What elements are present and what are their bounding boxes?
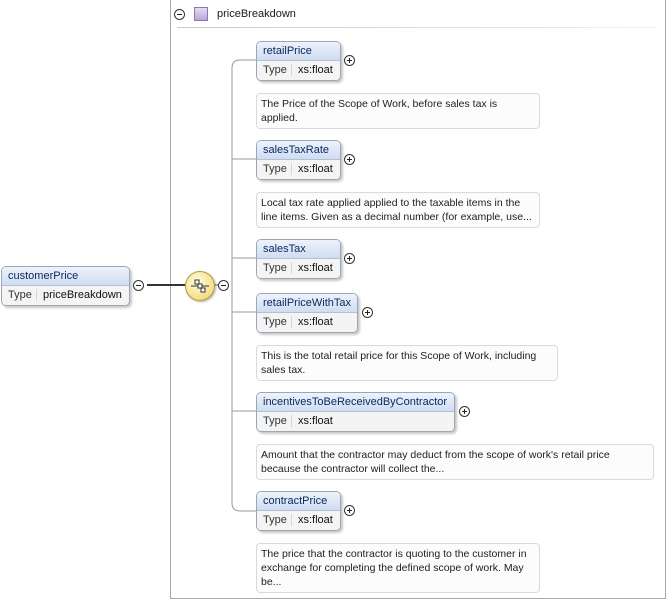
element-name: contractPrice xyxy=(257,492,340,511)
element-name: incentivesToBeReceivedByContractor xyxy=(257,393,454,412)
element-contractPrice[interactable]: contractPrice Type xs:float xyxy=(256,491,341,531)
element-retailPriceWithTax[interactable]: retailPriceWithTax Type xs:float xyxy=(256,293,358,333)
type-label: Type xyxy=(263,415,287,427)
collapse-sequence-icon[interactable] xyxy=(218,280,229,291)
element-incentivesToBeReceivedByContractor[interactable]: incentivesToBeReceivedByContractor Type x… xyxy=(256,392,455,432)
element-type-row: Type priceBreakdown xyxy=(2,286,129,305)
element-name: retailPrice xyxy=(257,42,340,61)
element-type-row: Type xs:float xyxy=(257,259,340,278)
expand-icon[interactable] xyxy=(344,55,355,66)
element-retailPrice[interactable]: retailPrice Type xs:float xyxy=(256,41,341,81)
type-value: xs:float xyxy=(291,64,333,76)
element-type-row: Type xs:float xyxy=(257,412,454,431)
type-label: Type xyxy=(263,316,287,328)
type-value: xs:float xyxy=(291,415,333,427)
type-value: xs:float xyxy=(291,316,333,328)
type-value: xs:float xyxy=(291,514,333,526)
element-type-row: Type xs:float xyxy=(257,511,340,530)
type-label: Type xyxy=(263,163,287,175)
type-label: Type xyxy=(263,262,287,274)
element-salesTax[interactable]: salesTax Type xs:float xyxy=(256,239,341,279)
element-name: salesTax xyxy=(257,240,340,259)
root-element-customerPrice[interactable]: customerPrice Type priceBreakdown xyxy=(1,266,130,306)
element-documentation: Amount that the contractor may deduct fr… xyxy=(256,444,654,480)
element-name: customerPrice xyxy=(2,267,129,286)
element-documentation: The Price of the Scope of Work, before s… xyxy=(256,93,540,129)
element-type-row: Type xs:float xyxy=(257,61,340,80)
type-value: priceBreakdown xyxy=(36,289,122,301)
expand-icon[interactable] xyxy=(459,406,470,417)
type-label: Type xyxy=(263,64,287,76)
collapse-root-icon[interactable] xyxy=(133,280,144,291)
type-label: Type xyxy=(8,289,32,301)
type-value: xs:float xyxy=(291,262,333,274)
expand-icon[interactable] xyxy=(344,154,355,165)
expand-icon[interactable] xyxy=(344,253,355,264)
expand-icon[interactable] xyxy=(362,307,373,318)
element-type-row: Type xs:float xyxy=(257,313,357,332)
element-salesTaxRate[interactable]: salesTaxRate Type xs:float xyxy=(256,140,341,180)
element-documentation: The price that the contractor is quoting… xyxy=(256,543,540,593)
element-documentation: This is the total retail price for this … xyxy=(256,345,558,381)
type-label: Type xyxy=(263,514,287,526)
expand-icon[interactable] xyxy=(344,505,355,516)
sequence-compositor-icon[interactable] xyxy=(185,271,215,301)
type-value: xs:float xyxy=(291,163,333,175)
element-name: retailPriceWithTax xyxy=(257,294,357,313)
element-documentation: Local tax rate applied applied to the ta… xyxy=(256,192,540,228)
element-type-row: Type xs:float xyxy=(257,160,340,179)
element-name: salesTaxRate xyxy=(257,141,340,160)
